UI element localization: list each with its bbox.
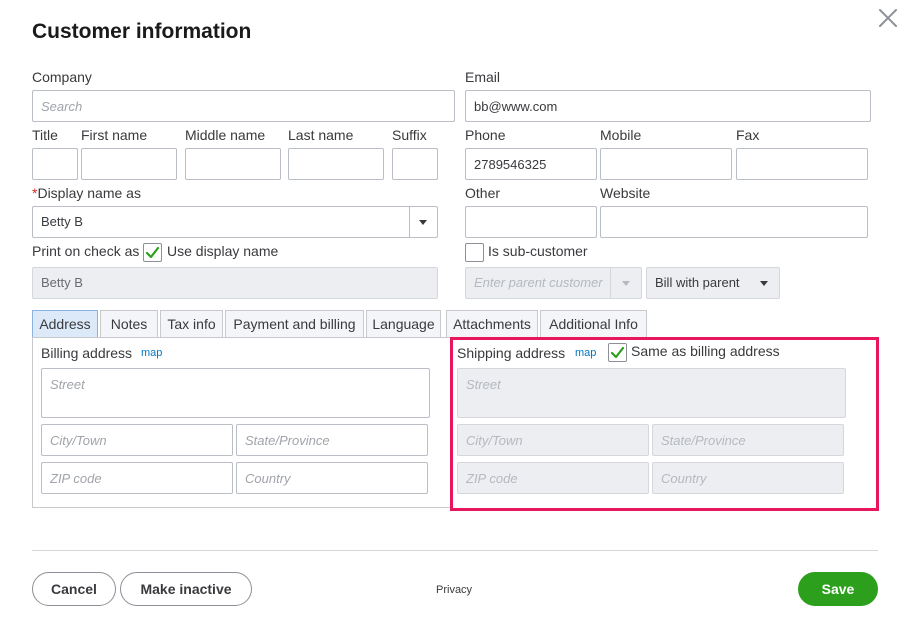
tab-additional-info[interactable]: Additional Info (540, 310, 647, 337)
parent-customer-select: Enter parent customer (465, 267, 642, 299)
chevron-down-icon (622, 281, 630, 286)
tab-language[interactable]: Language (366, 310, 441, 337)
sub-customer-checkbox[interactable] (465, 243, 484, 262)
phone-input[interactable] (465, 148, 597, 180)
tab-tax-info[interactable]: Tax info (160, 310, 223, 337)
title-input[interactable] (32, 148, 78, 180)
tab-notes[interactable]: Notes (100, 310, 158, 337)
fax-input[interactable] (736, 148, 868, 180)
billing-address-title: Billing address (41, 345, 133, 361)
use-display-name-checkbox[interactable] (143, 243, 162, 262)
billing-state-input[interactable] (236, 424, 428, 456)
mobile-label: Mobile (600, 127, 642, 143)
tab-attachments[interactable]: Attachments (446, 310, 538, 337)
fax-label: Fax (736, 127, 760, 143)
dialog-title: Customer information (32, 20, 252, 43)
billing-city-input[interactable] (41, 424, 233, 456)
display-name-label: *Display name as (32, 185, 141, 201)
tab-address[interactable]: Address (32, 310, 98, 337)
last-name-label: Last name (288, 127, 354, 143)
parent-customer-placeholder: Enter parent customer (474, 275, 603, 290)
suffix-label: Suffix (392, 127, 427, 143)
billing-zip-input[interactable] (41, 462, 233, 494)
middle-name-input[interactable] (185, 148, 281, 180)
suffix-input[interactable] (392, 148, 438, 180)
other-label: Other (465, 185, 501, 201)
close-icon[interactable] (876, 6, 900, 30)
email-label: Email (465, 69, 501, 85)
display-name-select[interactable]: Betty B (32, 206, 438, 238)
last-name-input[interactable] (288, 148, 384, 180)
chevron-down-icon[interactable] (419, 220, 427, 225)
save-button[interactable]: Save (798, 572, 878, 606)
billing-street-input[interactable] (41, 368, 430, 418)
first-name-label: First name (81, 127, 148, 143)
tab-payment-and-billing[interactable]: Payment and billing (225, 310, 364, 337)
bill-with-parent-value: Bill with parent (655, 275, 740, 290)
use-display-name-label: Use display name (167, 243, 279, 259)
sub-customer-label: Is sub-customer (488, 243, 588, 259)
make-inactive-button[interactable]: Make inactive (120, 572, 252, 606)
cancel-button[interactable]: Cancel (32, 572, 116, 606)
chevron-down-icon (760, 281, 768, 286)
print-check-label: Print on check as (32, 243, 140, 259)
company-search-input[interactable] (32, 90, 455, 122)
footer-divider (32, 550, 878, 551)
company-label: Company (32, 69, 92, 85)
select-divider (409, 207, 410, 237)
shipping-highlight-box (450, 337, 879, 511)
select-divider (610, 268, 611, 298)
first-name-input[interactable] (81, 148, 177, 180)
print-check-name-field: Betty B (32, 267, 438, 299)
display-name-label-text: Display name as (37, 185, 141, 201)
privacy-link[interactable]: Privacy (436, 584, 472, 596)
checkmark-icon (145, 246, 160, 259)
other-input[interactable] (465, 206, 597, 238)
middle-name-label: Middle name (185, 127, 266, 143)
phone-label: Phone (465, 127, 506, 143)
email-input[interactable] (465, 90, 871, 122)
website-input[interactable] (600, 206, 868, 238)
billing-map-link[interactable]: map (141, 347, 162, 359)
website-label: Website (600, 185, 651, 201)
title-label: Title (32, 127, 58, 143)
billing-country-input[interactable] (236, 462, 428, 494)
display-name-value: Betty B (41, 214, 83, 229)
mobile-input[interactable] (600, 148, 732, 180)
bill-with-parent-select: Bill with parent (646, 267, 780, 299)
